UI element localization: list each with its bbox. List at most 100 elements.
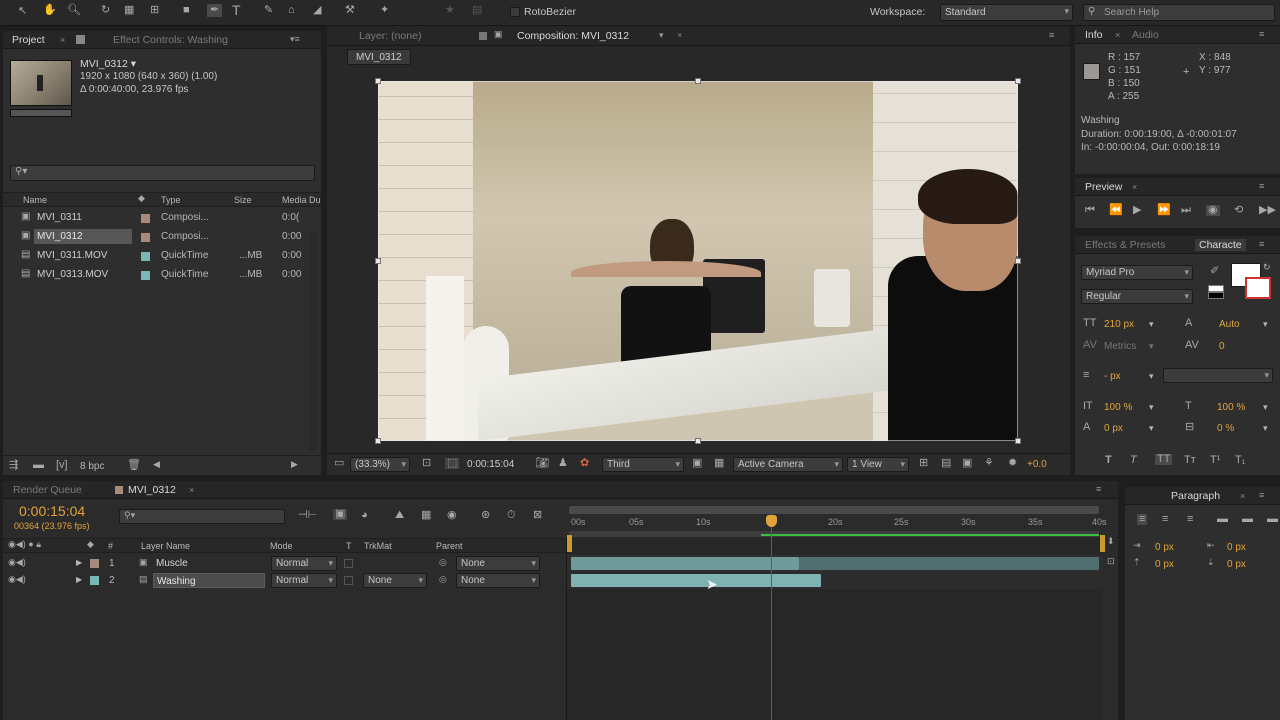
roto-brush-tool-icon[interactable]: ⚒ <box>345 5 355 16</box>
panel-menu-icon[interactable]: ≡ <box>1259 29 1264 39</box>
project-item[interactable]: ▣ MVI_0311 Composi... 0:0( <box>3 209 321 228</box>
ram-preview-icon[interactable]: ▶▶ <box>1259 205 1276 216</box>
col-layer-name[interactable]: Layer Name <box>141 541 190 551</box>
work-area-bar[interactable] <box>569 506 1099 514</box>
stroke-color-swatch[interactable] <box>1245 277 1271 299</box>
exposure-icon[interactable]: ✹ <box>1008 458 1017 469</box>
tab-effects-presets[interactable]: Effects & Presets <box>1085 239 1165 251</box>
tracking-value[interactable]: 0 <box>1219 341 1225 352</box>
tab-close-icon[interactable]: × <box>677 30 682 40</box>
layer-mode-select[interactable]: Normal <box>271 573 337 588</box>
layer-label-swatch[interactable] <box>90 559 99 568</box>
time-ruler[interactable]: 00s 05s 10s 20s 25s 30s 35s 40s <box>566 503 1107 537</box>
exposure-value[interactable]: +0.0 <box>1027 459 1047 470</box>
comp-navigator-button[interactable]: MVI_0312 <box>347 49 411 65</box>
layer-parent-select[interactable]: None <box>456 573 540 588</box>
expand-arrow-icon[interactable]: ▶ <box>76 558 82 567</box>
eyedropper-icon[interactable]: ✐ <box>1210 266 1219 277</box>
font-style-select[interactable]: Regular <box>1081 289 1193 304</box>
draft-3d-icon[interactable]: ◕ <box>361 510 368 521</box>
next-frame-icon[interactable]: ⏩ <box>1157 205 1171 216</box>
camera-select[interactable]: Active Camera <box>733 457 843 472</box>
faux-bold-icon[interactable]: T <box>1105 455 1112 466</box>
col-name[interactable]: Name <box>23 195 47 205</box>
layer-row[interactable]: ◉◀) ▶ 2 ▤ Washing Normal None ◎ None <box>3 572 566 589</box>
chevron-down-icon[interactable]: ▾ <box>1149 423 1154 434</box>
zoom-tool-icon[interactable]: 🔍︎ <box>67 5 81 16</box>
align-right-icon[interactable]: ≡ <box>1187 514 1193 525</box>
timeline-link-icon[interactable]: ▣ <box>962 458 972 469</box>
transform-handle-bc[interactable] <box>695 438 701 444</box>
comp-mini-flowchart-icon[interactable]: ⊣⊢ <box>298 510 317 521</box>
font-size-value[interactable]: 210 px <box>1104 319 1134 330</box>
project-item[interactable]: ▤ MVI_0313.MOV QuickTime ...MB 0:00 <box>3 266 321 285</box>
col-trkmat[interactable]: TrkMat <box>364 541 392 551</box>
tab-close-icon[interactable]: × <box>60 35 65 45</box>
col-type[interactable]: Type <box>161 195 181 205</box>
font-family-select[interactable]: Myriad Pro <box>1081 265 1193 280</box>
transparency-grid-icon[interactable]: ▦ <box>714 458 724 469</box>
new-folder-icon[interactable]: ▬ <box>33 460 44 471</box>
camera-tool-icon[interactable]: ▦ <box>124 5 134 16</box>
col-t[interactable]: T <box>346 541 352 551</box>
tab-composition[interactable]: Composition: MVI_0312 <box>517 30 629 42</box>
layer-name[interactable]: Muscle <box>156 558 188 569</box>
panel-menu-icon[interactable]: ≡ <box>1259 490 1264 500</box>
tab-render-queue[interactable]: Render Queue <box>13 484 82 496</box>
chevron-down-icon[interactable]: ▾ <box>1149 319 1154 330</box>
viewer-lock-icon[interactable]: ▣ <box>494 30 503 39</box>
playhead-line[interactable] <box>771 514 772 720</box>
transform-handle-tc[interactable] <box>695 78 701 84</box>
layer-parent-select[interactable]: None <box>456 556 540 571</box>
snapshot-icon[interactable]: 📷︎ <box>535 458 549 469</box>
auto-keyframe-icon[interactable]: ⏱ <box>507 510 516 521</box>
chevron-down-icon[interactable]: ▾ <box>1263 423 1268 434</box>
last-frame-icon[interactable]: ⏭ <box>1181 205 1191 216</box>
rotobezier-checkbox[interactable] <box>510 7 520 17</box>
tab-paragraph[interactable]: Paragraph <box>1171 490 1220 502</box>
layer-label-swatch[interactable] <box>90 576 99 585</box>
workspace-select[interactable]: Standard <box>940 4 1073 21</box>
transform-handle-ml[interactable] <box>375 258 381 264</box>
region-of-interest-icon[interactable]: ▣ <box>692 458 702 469</box>
justify-center-icon[interactable]: ▬ <box>1242 514 1253 525</box>
vertical-scale-value[interactable]: 100 % <box>1104 402 1132 413</box>
eraser-tool-icon[interactable]: ◢ <box>313 5 321 16</box>
graph-editor-icon[interactable]: ⊠ <box>533 510 542 521</box>
chevron-down-icon[interactable]: ▾ <box>1149 341 1154 352</box>
chevron-down-icon[interactable]: ▾ <box>659 30 664 41</box>
trash-icon[interactable]: 🗑︎ <box>127 460 141 471</box>
tab-effect-controls[interactable]: Effect Controls: Washing <box>113 34 228 46</box>
frame-blending-icon[interactable]: ▦ <box>421 510 431 521</box>
layer-row[interactable]: ◉◀) ▶ 1 ▣ Muscle Normal ◎ None <box>3 555 566 572</box>
pickwhip-icon[interactable]: ◎ <box>439 558 447 567</box>
type-tool-icon[interactable]: T <box>232 3 241 17</box>
timeline-search-field[interactable]: ⚲▾ <box>119 509 285 524</box>
tab-close-icon[interactable]: × <box>1132 182 1137 192</box>
col-mode[interactable]: Mode <box>270 541 293 551</box>
align-left-icon[interactable]: ≡ <box>1137 514 1148 525</box>
loop-icon[interactable]: ⟲ <box>1234 205 1243 216</box>
layer-name[interactable]: Washing <box>153 573 265 588</box>
white-swatch[interactable] <box>1208 285 1224 292</box>
visibility-icon[interactable]: ◉◀) <box>8 575 26 584</box>
transform-handle-tl[interactable] <box>375 78 381 84</box>
current-time-indicator[interactable] <box>766 515 777 527</box>
tab-close-icon[interactable]: × <box>189 485 194 495</box>
panel-menu-icon[interactable]: ≡ <box>1096 484 1101 494</box>
subscript-icon[interactable]: T₁ <box>1235 455 1245 466</box>
brainstorm-icon[interactable]: ⊛ <box>481 510 490 521</box>
col-parent[interactable]: Parent <box>436 541 463 551</box>
project-scrollbar[interactable] <box>309 231 317 451</box>
pixel-aspect-icon[interactable]: ⊞ <box>919 458 928 469</box>
tab-audio[interactable]: Audio <box>1132 29 1159 41</box>
tsume-value[interactable]: 0 % <box>1217 423 1234 434</box>
horizontal-scale-value[interactable]: 100 % <box>1217 402 1245 413</box>
scroll-left-icon[interactable]: ◀ <box>153 460 160 469</box>
rotate-tool-icon[interactable]: ↻ <box>101 5 110 16</box>
always-preview-icon[interactable]: ▭ <box>334 458 344 469</box>
mask-visibility-icon[interactable]: ⬚ <box>445 458 460 469</box>
pen-tool-icon[interactable]: ✒ <box>207 4 223 17</box>
chevron-down-icon[interactable]: ▾ <box>1149 371 1154 382</box>
view-layout-select[interactable]: 1 View <box>847 457 909 472</box>
